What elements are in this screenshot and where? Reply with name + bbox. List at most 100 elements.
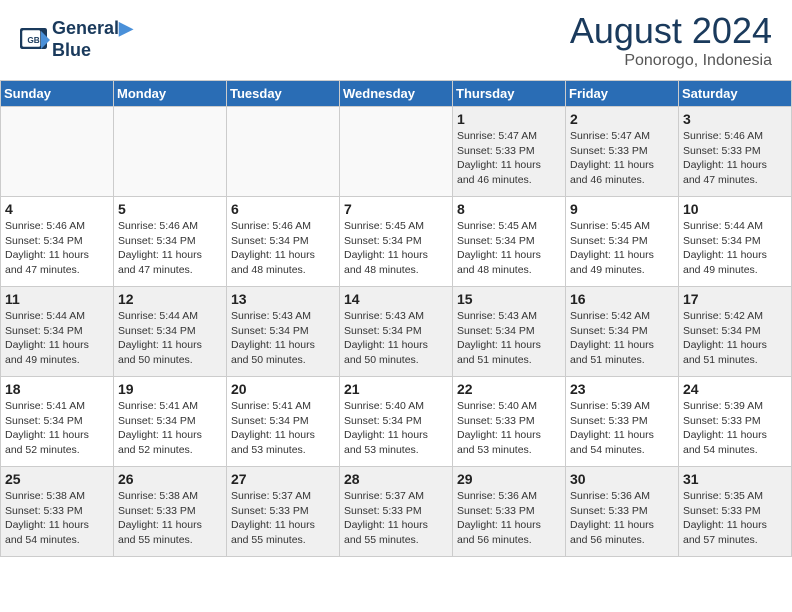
day-info: Sunrise: 5:39 AMSunset: 5:33 PMDaylight:… (683, 399, 787, 458)
day-number: 19 (118, 381, 222, 397)
day-number: 8 (457, 201, 561, 217)
calendar-week-row: 4 Sunrise: 5:46 AMSunset: 5:34 PMDaylight… (1, 197, 792, 287)
calendar-cell: 3Sunrise: 5:46 AMSunset: 5:33 PMDaylight… (679, 107, 792, 197)
svg-text:GB: GB (27, 36, 39, 45)
calendar-cell: 9 Sunrise: 5:45 AMSunset: 5:34 PMDaylight… (566, 197, 679, 287)
day-number: 3 (683, 111, 787, 127)
calendar-cell (114, 107, 227, 197)
calendar-cell: 16 Sunrise: 5:42 AMSunset: 5:34 PMDayligh… (566, 287, 679, 377)
calendar-table: SundayMondayTuesdayWednesdayThursdayFrid… (0, 80, 792, 557)
day-number: 4 (5, 201, 109, 217)
calendar-cell: 8 Sunrise: 5:45 AMSunset: 5:34 PMDaylight… (453, 197, 566, 287)
day-number: 11 (5, 291, 109, 307)
calendar-cell: 13Sunrise: 5:43 AMSunset: 5:34 PMDayligh… (227, 287, 340, 377)
day-number: 15 (457, 291, 561, 307)
weekday-header: Wednesday (340, 81, 453, 107)
day-info: Sunrise: 5:46 AMSunset: 5:34 PMDaylight:… (231, 219, 335, 278)
calendar-cell: 29 Sunrise: 5:36 AMSunset: 5:33 PMDayligh… (453, 467, 566, 557)
day-info: Sunrise: 5:46 AMSunset: 5:34 PMDaylight:… (118, 219, 222, 278)
day-number: 16 (570, 291, 674, 307)
day-number: 5 (118, 201, 222, 217)
day-info: Sunrise: 5:38 AMSunset: 5:33 PMDaylight:… (118, 489, 222, 548)
calendar-cell (227, 107, 340, 197)
calendar-cell: 12 Sunrise: 5:44 AMSunset: 5:34 PMDayligh… (114, 287, 227, 377)
day-info: Sunrise: 5:42 AMSunset: 5:34 PMDaylight:… (570, 309, 674, 368)
calendar-cell: 4 Sunrise: 5:46 AMSunset: 5:34 PMDaylight… (1, 197, 114, 287)
calendar-cell: 23Sunrise: 5:39 AMSunset: 5:33 PMDayligh… (566, 377, 679, 467)
calendar-cell: 7Sunrise: 5:45 AMSunset: 5:34 PMDaylight… (340, 197, 453, 287)
day-number: 29 (457, 471, 561, 487)
calendar-cell: 27Sunrise: 5:37 AMSunset: 5:33 PMDayligh… (227, 467, 340, 557)
day-info: Sunrise: 5:47 AMSunset: 5:33 PMDaylight:… (457, 129, 561, 188)
day-number: 20 (231, 381, 335, 397)
calendar-cell: 17 Sunrise: 5:42 AMSunset: 5:34 PMDayligh… (679, 287, 792, 377)
weekday-header: Monday (114, 81, 227, 107)
calendar-cell: 24 Sunrise: 5:39 AMSunset: 5:33 PMDayligh… (679, 377, 792, 467)
day-info: Sunrise: 5:38 AMSunset: 5:33 PMDaylight:… (5, 489, 109, 548)
calendar-cell: 1 Sunrise: 5:47 AMSunset: 5:33 PMDaylight… (453, 107, 566, 197)
day-info: Sunrise: 5:47 AMSunset: 5:33 PMDaylight:… (570, 129, 674, 188)
day-info: Sunrise: 5:41 AMSunset: 5:34 PMDaylight:… (231, 399, 335, 458)
day-number: 28 (344, 471, 448, 487)
day-number: 30 (570, 471, 674, 487)
title-block: August 2024 Ponorogo, Indonesia (570, 10, 772, 70)
weekday-header: Saturday (679, 81, 792, 107)
day-info: Sunrise: 5:36 AMSunset: 5:33 PMDaylight:… (570, 489, 674, 548)
calendar-cell: 5 Sunrise: 5:46 AMSunset: 5:34 PMDaylight… (114, 197, 227, 287)
day-info: Sunrise: 5:42 AMSunset: 5:34 PMDaylight:… (683, 309, 787, 368)
calendar-cell: 14 Sunrise: 5:43 AMSunset: 5:34 PMDayligh… (340, 287, 453, 377)
calendar-cell: 22Sunrise: 5:40 AMSunset: 5:33 PMDayligh… (453, 377, 566, 467)
day-info: Sunrise: 5:44 AMSunset: 5:34 PMDaylight:… (118, 309, 222, 368)
calendar-cell: 19 Sunrise: 5:41 AMSunset: 5:34 PMDayligh… (114, 377, 227, 467)
calendar-cell: 20 Sunrise: 5:41 AMSunset: 5:34 PMDayligh… (227, 377, 340, 467)
calendar-week-row: 18 Sunrise: 5:41 AMSunset: 5:34 PMDayligh… (1, 377, 792, 467)
calendar-cell: 25 Sunrise: 5:38 AMSunset: 5:33 PMDayligh… (1, 467, 114, 557)
day-info: Sunrise: 5:40 AMSunset: 5:33 PMDaylight:… (457, 399, 561, 458)
calendar-cell: 31Sunrise: 5:35 AMSunset: 5:33 PMDayligh… (679, 467, 792, 557)
day-info: Sunrise: 5:45 AMSunset: 5:34 PMDaylight:… (457, 219, 561, 278)
day-info: Sunrise: 5:43 AMSunset: 5:34 PMDaylight:… (344, 309, 448, 368)
day-number: 12 (118, 291, 222, 307)
calendar-cell: 2Sunrise: 5:47 AMSunset: 5:33 PMDaylight… (566, 107, 679, 197)
day-info: Sunrise: 5:45 AMSunset: 5:34 PMDaylight:… (570, 219, 674, 278)
calendar-week-row: 1 Sunrise: 5:47 AMSunset: 5:33 PMDaylight… (1, 107, 792, 197)
day-number: 18 (5, 381, 109, 397)
day-number: 10 (683, 201, 787, 217)
day-number: 1 (457, 111, 561, 127)
calendar-cell: 10 Sunrise: 5:44 AMSunset: 5:34 PMDayligh… (679, 197, 792, 287)
calendar-cell: 11 Sunrise: 5:44 AMSunset: 5:34 PMDayligh… (1, 287, 114, 377)
day-info: Sunrise: 5:41 AMSunset: 5:34 PMDaylight:… (5, 399, 109, 458)
day-info: Sunrise: 5:36 AMSunset: 5:33 PMDaylight:… (457, 489, 561, 548)
calendar-week-row: 25 Sunrise: 5:38 AMSunset: 5:33 PMDayligh… (1, 467, 792, 557)
month-year: August 2024 (570, 10, 772, 52)
weekday-header: Tuesday (227, 81, 340, 107)
day-info: Sunrise: 5:37 AMSunset: 5:33 PMDaylight:… (344, 489, 448, 548)
location: Ponorogo, Indonesia (570, 52, 772, 70)
day-info: Sunrise: 5:37 AMSunset: 5:33 PMDaylight:… (231, 489, 335, 548)
day-info: Sunrise: 5:44 AMSunset: 5:34 PMDaylight:… (5, 309, 109, 368)
calendar-week-row: 11 Sunrise: 5:44 AMSunset: 5:34 PMDayligh… (1, 287, 792, 377)
weekday-header: Friday (566, 81, 679, 107)
calendar-cell: 26 Sunrise: 5:38 AMSunset: 5:33 PMDayligh… (114, 467, 227, 557)
day-number: 6 (231, 201, 335, 217)
day-number: 23 (570, 381, 674, 397)
logo: GB General▶ Blue (20, 18, 133, 61)
weekday-header: Sunday (1, 81, 114, 107)
day-number: 21 (344, 381, 448, 397)
day-number: 26 (118, 471, 222, 487)
calendar-cell: 30 Sunrise: 5:36 AMSunset: 5:33 PMDayligh… (566, 467, 679, 557)
day-number: 31 (683, 471, 787, 487)
day-number: 25 (5, 471, 109, 487)
day-number: 17 (683, 291, 787, 307)
calendar-cell: 28 Sunrise: 5:37 AMSunset: 5:33 PMDayligh… (340, 467, 453, 557)
day-number: 9 (570, 201, 674, 217)
calendar-cell: 15 Sunrise: 5:43 AMSunset: 5:34 PMDayligh… (453, 287, 566, 377)
day-number: 14 (344, 291, 448, 307)
page-header: GB General▶ Blue August 2024 Ponorogo, I… (0, 0, 792, 75)
day-info: Sunrise: 5:45 AMSunset: 5:34 PMDaylight:… (344, 219, 448, 278)
day-info: Sunrise: 5:41 AMSunset: 5:34 PMDaylight:… (118, 399, 222, 458)
day-info: Sunrise: 5:44 AMSunset: 5:34 PMDaylight:… (683, 219, 787, 278)
day-info: Sunrise: 5:46 AMSunset: 5:34 PMDaylight:… (5, 219, 109, 278)
day-info: Sunrise: 5:43 AMSunset: 5:34 PMDaylight:… (457, 309, 561, 368)
day-number: 24 (683, 381, 787, 397)
